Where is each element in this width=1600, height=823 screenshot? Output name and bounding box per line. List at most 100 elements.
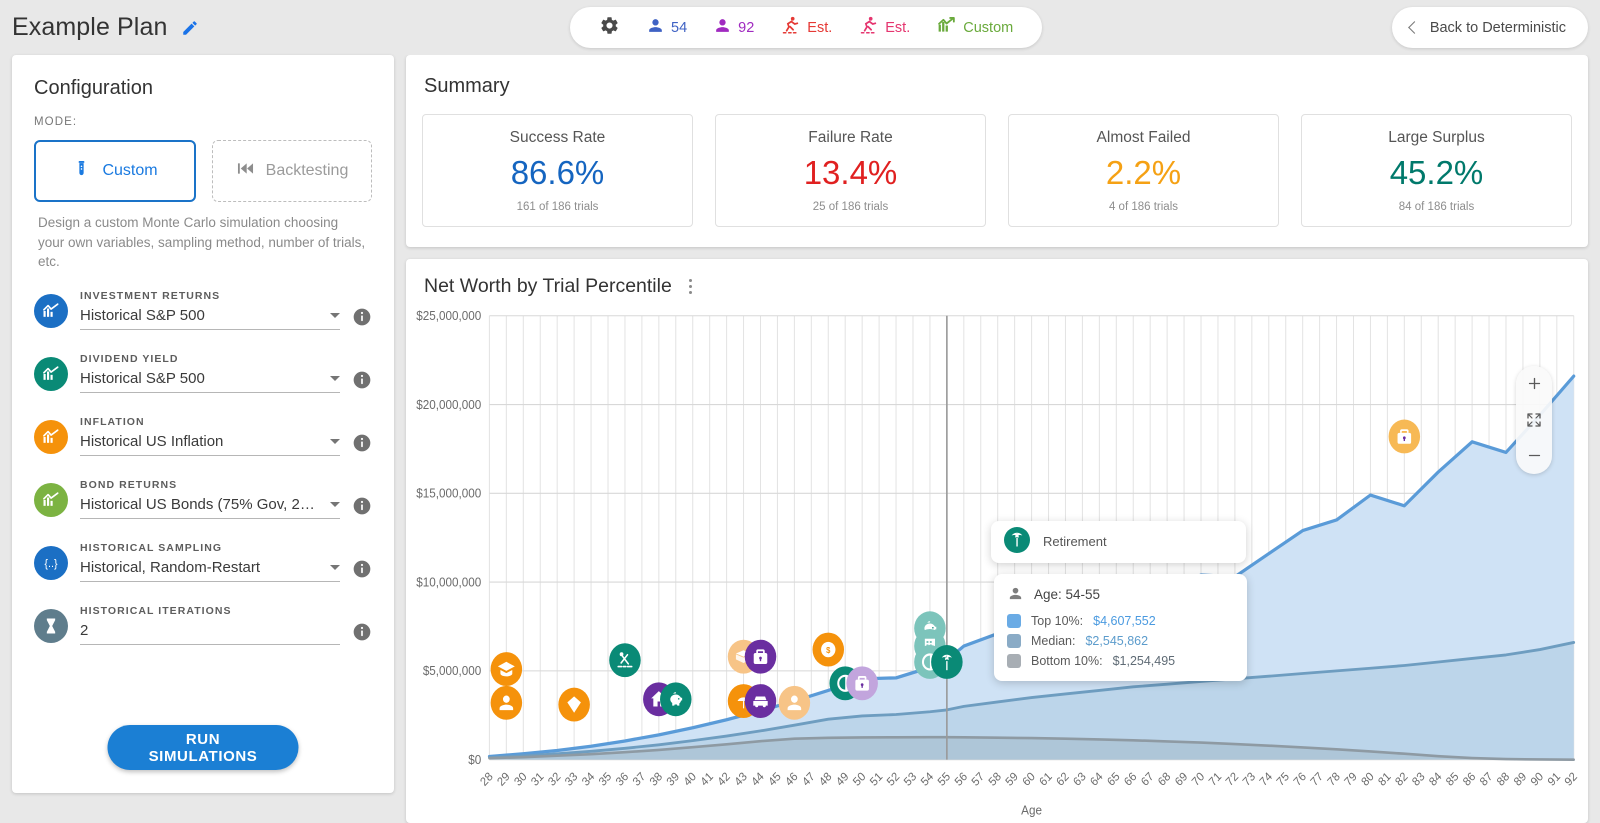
milestone-marker[interactable] [491, 652, 523, 686]
svg-text:$0: $0 [468, 753, 481, 767]
chart-icon [34, 483, 68, 517]
toolbar-label-est-1: Est. [807, 20, 832, 36]
toolbar-label-est-2: Est. [885, 20, 910, 36]
svg-text:32: 32 [546, 770, 564, 789]
svg-text:66: 66 [1122, 770, 1140, 789]
toolbar-item-est-1[interactable]: Est. [767, 7, 845, 48]
info-icon[interactable] [352, 370, 372, 390]
tooltip-value-top10: $4,607,552 [1093, 614, 1156, 628]
svg-text:62: 62 [1054, 770, 1072, 789]
svg-text:39: 39 [664, 770, 682, 789]
info-icon[interactable] [352, 559, 372, 579]
mode-description: Design a custom Monte Carlo simulation c… [38, 213, 368, 272]
svg-text:30: 30 [512, 770, 530, 789]
milestone-marker[interactable] [779, 686, 811, 720]
chart-title: Net Worth by Trial Percentile [424, 275, 672, 298]
svg-text:91: 91 [1545, 770, 1563, 789]
svg-text:87: 87 [1477, 770, 1495, 789]
stat-card-success-rate: Success Rate 86.6% 161 of 186 trials [422, 114, 693, 227]
info-icon[interactable] [352, 496, 372, 516]
svg-text:65: 65 [1105, 770, 1123, 789]
configuration-fields: INVESTMENT RETURNS Historical S&P 500 DI… [34, 290, 372, 645]
chart-plot-area[interactable]: $0$5,000,000$10,000,000$15,000,000$20,00… [406, 307, 1588, 823]
tooltip-key-median: Median: [1031, 634, 1075, 648]
gear-icon [599, 15, 620, 40]
retirement-tooltip: Retirement [991, 521, 1246, 563]
results-column: Summary Success Rate 86.6% 161 of 186 tr… [406, 55, 1588, 823]
toolbar-item-person-1[interactable]: 54 [633, 7, 700, 48]
milestone-marker[interactable] [609, 643, 641, 677]
svg-text:77: 77 [1308, 770, 1326, 789]
select-inflation[interactable]: Historical US Inflation [80, 433, 340, 456]
info-icon[interactable] [352, 433, 372, 453]
field-label-inflation: INFLATION [80, 416, 340, 428]
svg-text:69: 69 [1173, 770, 1191, 789]
info-icon[interactable] [352, 307, 372, 327]
toolbar-item-person-2[interactable]: 92 [700, 7, 767, 48]
fullscreen-icon[interactable] [1521, 409, 1547, 431]
minus-icon[interactable] [1521, 445, 1547, 467]
run-simulations-button[interactable]: RUN SIMULATIONS [108, 725, 299, 770]
stat-sub: 25 of 186 trials [724, 201, 977, 213]
svg-text:85: 85 [1444, 770, 1462, 789]
milestone-marker[interactable] [558, 688, 590, 722]
toolbar-item-custom[interactable]: Custom [923, 7, 1026, 48]
main-content: Configuration MODE: Custom [0, 55, 1600, 823]
svg-text:49: 49 [834, 770, 852, 789]
chevron-down-icon [330, 565, 340, 570]
milestone-marker[interactable] [846, 666, 878, 700]
svg-text:54: 54 [918, 769, 936, 788]
settings-button[interactable] [586, 7, 633, 48]
back-button-label: Back to Deterministic [1430, 20, 1566, 36]
svg-text:47: 47 [800, 770, 818, 789]
svg-text:86: 86 [1461, 770, 1479, 789]
svg-text:$: $ [826, 646, 831, 655]
field-investment-returns: INVESTMENT RETURNS Historical S&P 500 [34, 290, 372, 330]
milestone-marker[interactable] [931, 645, 963, 679]
stat-value: 86.6% [431, 154, 684, 192]
select-historical-sampling[interactable]: Historical, Random-Restart [80, 559, 340, 582]
mode-button-custom[interactable]: Custom [34, 140, 196, 202]
milestone-marker[interactable] [745, 684, 777, 718]
mode-label-backtesting: Backtesting [266, 162, 349, 180]
input-historical-iterations[interactable]: 2 [80, 622, 340, 645]
select-investment-returns[interactable]: Historical S&P 500 [80, 307, 340, 330]
milestone-marker[interactable] [660, 682, 692, 716]
configuration-title: Configuration [34, 77, 372, 100]
stat-value: 45.2% [1310, 154, 1563, 192]
tooltip-age-row: Age: 54-55 [1007, 585, 1233, 605]
stat-label: Failure Rate [724, 129, 977, 147]
milestone-marker[interactable]: $ [813, 633, 845, 667]
net-worth-chart[interactable]: $0$5,000,000$10,000,000$15,000,000$20,00… [406, 307, 1588, 823]
stat-sub: 4 of 186 trials [1017, 201, 1270, 213]
svg-text:60: 60 [1020, 770, 1038, 789]
chart-header: Net Worth by Trial Percentile [424, 275, 1570, 298]
mode-label-custom: Custom [102, 162, 157, 180]
field-label-bond-returns: BOND RETURNS [80, 479, 340, 491]
stat-value: 13.4% [724, 154, 977, 192]
svg-text:89: 89 [1511, 770, 1529, 789]
braces-icon: {..} [34, 546, 68, 580]
mode-selector: Custom Backtesting [34, 140, 372, 202]
tooltip-row-top10: Top 10%: $4,607,552 [1007, 614, 1233, 628]
field-value-inflation: Historical US Inflation [80, 433, 223, 450]
milestone-marker[interactable] [745, 640, 777, 674]
milestone-marker[interactable] [491, 686, 523, 720]
back-to-deterministic-button[interactable]: Back to Deterministic [1392, 7, 1588, 48]
plus-icon[interactable] [1521, 373, 1547, 395]
svg-text:45: 45 [766, 770, 784, 789]
select-bond-returns[interactable]: Historical US Bonds (75% Gov, 25% … [80, 496, 340, 519]
mode-button-backtesting[interactable]: Backtesting [212, 140, 372, 202]
svg-text:88: 88 [1494, 770, 1512, 789]
select-dividend-yield[interactable]: Historical S&P 500 [80, 370, 340, 393]
kebab-menu-icon[interactable] [686, 276, 696, 298]
tooltip-key-top10: Top 10%: [1031, 614, 1083, 628]
summary-title: Summary [424, 75, 1572, 98]
stat-card-failure-rate: Failure Rate 13.4% 25 of 186 trials [715, 114, 986, 227]
field-historical-sampling: {..} HISTORICAL SAMPLING Historical, Ran… [34, 542, 372, 582]
milestone-marker[interactable] [1389, 419, 1421, 453]
pencil-icon[interactable] [181, 19, 199, 37]
info-icon[interactable] [352, 622, 372, 642]
toolbar-item-est-2[interactable]: Est. [845, 7, 923, 48]
svg-text:79: 79 [1342, 770, 1360, 789]
